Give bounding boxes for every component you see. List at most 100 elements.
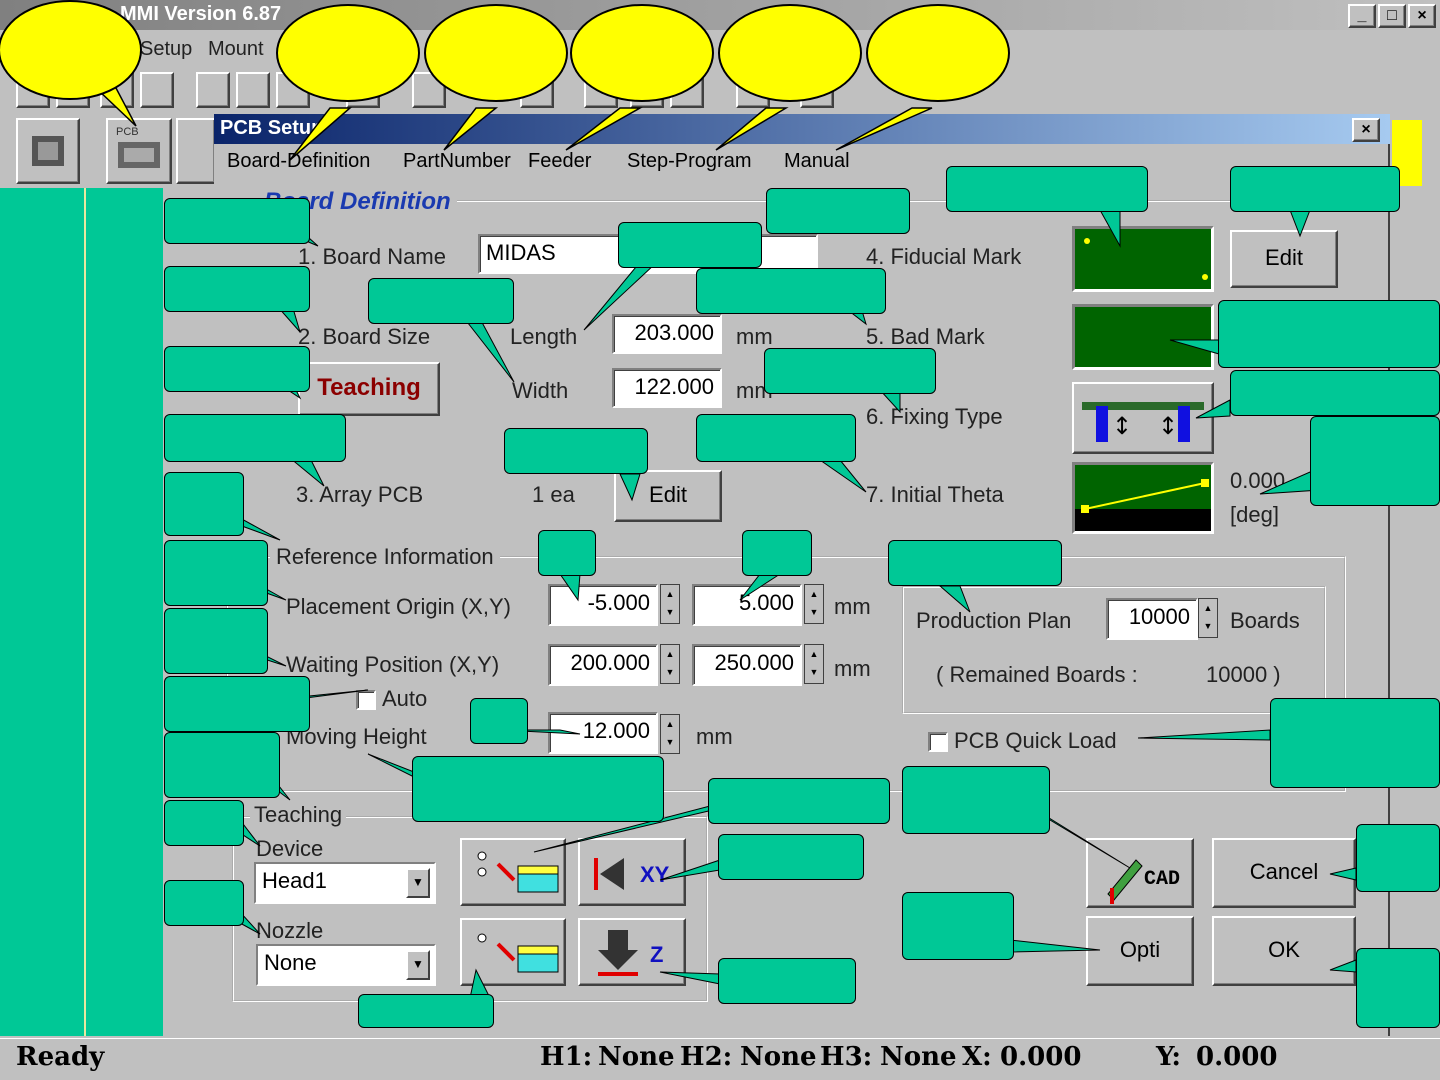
toolbar-tool2-button[interactable]: [236, 72, 270, 108]
array-pcb-value: 1 ea: [532, 482, 575, 507]
callout-reference: [164, 472, 244, 536]
callout-bubble-3: [424, 4, 568, 102]
callout-theta-value: [1310, 416, 1440, 506]
toolbar-tool1-button[interactable]: [196, 72, 230, 108]
board-name-label: 1. Board Name: [298, 244, 446, 269]
tab-partnumber[interactable]: PartNumber: [403, 150, 511, 173]
moving-height-spinner[interactable]: ▲ ▼: [660, 714, 680, 754]
placement-y-input[interactable]: 5.000: [692, 584, 802, 626]
tab-manual[interactable]: Manual: [784, 150, 850, 173]
callout-bubble-2: [276, 4, 420, 102]
status-h2-value: None: [740, 1042, 817, 1072]
callout-bubble-1: [0, 0, 142, 100]
parts-icon-button[interactable]: [176, 118, 216, 184]
chip-icon: [32, 136, 64, 166]
status-h3-label: H3:: [820, 1042, 873, 1072]
callout-production: [888, 540, 1062, 586]
device-value: Head1: [262, 868, 327, 893]
app-title: MMI Version 6.87: [120, 3, 282, 25]
moving-height-input[interactable]: 12.000: [548, 712, 658, 754]
waiting-y-spinner[interactable]: ▲ ▼: [804, 644, 824, 684]
callout-bubble-4: [570, 4, 714, 102]
menu-mount[interactable]: Mount: [208, 38, 264, 61]
length-input[interactable]: 203.000: [612, 314, 722, 354]
callout-move-z: [718, 958, 856, 1004]
printer-icon[interactable]: [140, 72, 174, 108]
status-h1-value: None: [598, 1042, 675, 1072]
menu-setup[interactable]: Setup: [140, 38, 192, 61]
pcb-icon-label: PCB: [116, 126, 139, 138]
dialog-titlebar: PCB Setup: [214, 114, 1390, 144]
waiting-x-spinner[interactable]: ▲ ▼: [660, 644, 680, 684]
chevron-down-icon[interactable]: ▼: [406, 868, 430, 898]
tab-board-definition[interactable]: Board-Definition: [227, 150, 370, 173]
z-label: Z: [650, 942, 663, 967]
teach-device-button[interactable]: [460, 838, 566, 906]
length-label: Length: [510, 324, 578, 349]
production-plan-label: Production Plan: [916, 608, 1072, 633]
remained-label: ( Remained Boards :: [936, 662, 1138, 687]
device-label: Device: [256, 836, 324, 861]
array-edit-button[interactable]: Edit: [614, 470, 722, 522]
width-input[interactable]: 122.000: [612, 368, 722, 408]
waiting-unit: mm: [834, 656, 871, 681]
callout-cad: [902, 766, 1050, 834]
ok-button[interactable]: OK: [1212, 916, 1356, 986]
callout-teach-nozzle: [358, 994, 494, 1028]
chip-icon-button[interactable]: [16, 118, 80, 184]
theta-preview[interactable]: [1072, 462, 1214, 534]
placement-y-spinner[interactable]: ▲ ▼: [804, 584, 824, 624]
sidebar-divider: [84, 188, 86, 1036]
xy-label: XY: [640, 862, 670, 887]
move-z-button[interactable]: Z: [578, 918, 686, 986]
reference-title: Reference Information: [270, 544, 500, 570]
callout-fiducial-edit: [1230, 166, 1400, 212]
callout-teaching: [164, 346, 310, 392]
waiting-x-input[interactable]: 200.000: [548, 644, 658, 686]
minimize-button[interactable]: _: [1348, 4, 1376, 28]
fiducial-edit-button[interactable]: Edit: [1230, 230, 1338, 288]
callout-nozzle: [164, 880, 244, 926]
callout-board-name: [164, 198, 310, 244]
restore-button[interactable]: □: [1378, 4, 1406, 28]
callout-fiducial-preview: [946, 166, 1148, 212]
callout-teaching-group: [164, 732, 280, 798]
bad-mark-preview[interactable]: [1072, 304, 1214, 370]
status-h2-label: H2:: [680, 1042, 733, 1072]
bad-mark-label: 5. Bad Mark: [866, 324, 985, 349]
quick-load-checkbox[interactable]: [928, 732, 948, 752]
placement-x-spinner[interactable]: ▲ ▼: [660, 584, 680, 624]
callout-fixing: [764, 348, 936, 394]
callout-device: [164, 800, 244, 846]
move-xy-button[interactable]: XY: [578, 838, 686, 906]
production-plan-input[interactable]: 10000: [1106, 598, 1198, 640]
theta-value: 0.000: [1230, 468, 1286, 493]
tab-step-program[interactable]: Step-Program: [627, 150, 752, 173]
cad-button[interactable]: CAD: [1086, 838, 1194, 908]
dialog-close-button[interactable]: ×: [1352, 118, 1380, 142]
xy-arrow-icon: XY: [594, 858, 670, 890]
fiducial-preview[interactable]: [1072, 226, 1214, 292]
waiting-y-input[interactable]: 250.000: [692, 644, 802, 686]
callout-ok: [1356, 948, 1440, 1028]
opti-button[interactable]: Opti: [1086, 916, 1194, 986]
theta-line-icon: [1075, 479, 1211, 531]
auto-checkbox[interactable]: [356, 690, 376, 710]
cad-pen-icon: CAD: [1107, 859, 1180, 904]
pcb-setup-icon-button[interactable]: PCB: [106, 118, 172, 184]
fixing-type-button[interactable]: ↕ ↕: [1072, 382, 1214, 454]
callout-quick-load: [1270, 698, 1440, 788]
teach-nozzle-button[interactable]: [460, 918, 566, 986]
callout-bad-mark-preview: [1218, 300, 1440, 368]
fixing-type-label: 6. Fixing Type: [866, 404, 1003, 429]
teaching-button[interactable]: Teaching: [298, 362, 440, 416]
production-plan-spinner[interactable]: ▲ ▼: [1198, 598, 1218, 638]
cancel-button[interactable]: Cancel: [1212, 838, 1356, 908]
chevron-down-icon[interactable]: ▼: [406, 950, 430, 980]
placement-x-input[interactable]: -5.000: [548, 584, 658, 626]
theta-unit: [deg]: [1230, 502, 1279, 527]
remained-value: 10000 ): [1206, 662, 1281, 687]
tab-feeder[interactable]: Feeder: [528, 150, 591, 173]
close-app-button[interactable]: ×: [1408, 4, 1436, 28]
status-y-label: Y:: [1156, 1042, 1181, 1072]
